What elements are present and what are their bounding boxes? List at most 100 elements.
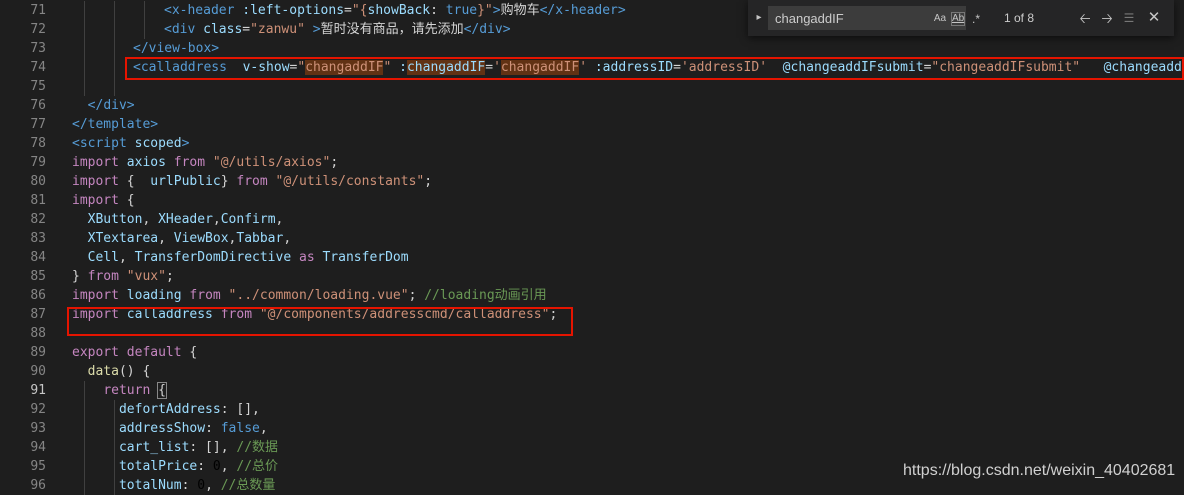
code-line[interactable]: 86 import loading from "../common/loading… (0, 286, 1184, 305)
indent-guide (114, 20, 115, 39)
code-token: > (150, 117, 159, 132)
line-number: 88 (30, 326, 46, 341)
regex-toggle[interactable]: .* (969, 11, 983, 27)
code-token: : (197, 459, 213, 474)
code-text: totalPrice: 0, //总价 (72, 457, 278, 476)
code-token: XHeader (158, 212, 213, 227)
line-number: 73 (30, 41, 46, 56)
code-line[interactable]: 93 addressShow: false, (0, 419, 1184, 438)
code-token: totalPrice (72, 459, 198, 474)
code-line[interactable]: 80 import { urlPublic} from "@/utils/cons… (0, 172, 1184, 191)
code-line[interactable]: 83 XTextarea, ViewBox,Tabbar, (0, 229, 1184, 248)
code-token: "vux" (118, 269, 166, 284)
code-token: 暂时没有商品，请先添加 (320, 22, 464, 37)
code-token: scoped (126, 136, 182, 151)
code-text: </div> (72, 96, 135, 115)
line-number: 86 (30, 288, 46, 303)
code-line[interactable]: 77 </template> (0, 115, 1184, 134)
code-line[interactable]: 91 return { (0, 381, 1184, 400)
line-number: 90 (30, 364, 46, 379)
code-token: //总数量 (220, 478, 276, 493)
code-text: return { (72, 381, 167, 400)
code-token: view-box (148, 41, 212, 56)
line-number: 96 (30, 478, 46, 493)
whole-word-toggle[interactable]: Ab (951, 12, 965, 26)
code-token: : (430, 3, 446, 18)
code-token: = (344, 3, 352, 18)
line-number: 74 (30, 60, 46, 75)
find-input-box[interactable]: Aa Ab .* (768, 6, 980, 30)
code-token: ; (165, 269, 174, 284)
code-token: Confirm (220, 212, 276, 227)
code-token: > (126, 98, 135, 113)
code-token: < (164, 22, 172, 37)
line-number: 85 (30, 269, 46, 284)
match-case-toggle[interactable]: Aa (933, 11, 947, 27)
code-token: { (118, 193, 135, 208)
code-line[interactable]: 82 XButton, XHeader,Confirm, (0, 210, 1184, 229)
code-token: showBack (367, 3, 431, 18)
code-token: template (87, 117, 151, 132)
code-text: import axios from "@/utils/axios"; (72, 153, 338, 172)
code-token: import (72, 288, 119, 303)
line-number: 76 (30, 98, 46, 113)
code-token: , (205, 478, 221, 493)
code-token: TransferDomDirective (134, 250, 292, 265)
watermark: https://blog.csdn.net/weixin_40402681 (903, 462, 1176, 479)
arrow-down-icon[interactable]: 🡢 (1098, 9, 1116, 27)
code-token: class (195, 22, 243, 37)
code-line[interactable]: 81 import { (0, 191, 1184, 210)
code-text: addressShow: false, (72, 419, 268, 438)
code-line[interactable]: 85} from "vux"; (0, 267, 1184, 286)
code-token: </ (72, 98, 104, 113)
code-text: <x-header :left-options="{showBack: true… (164, 1, 626, 20)
code-token: import (72, 193, 119, 208)
code-line[interactable]: 90 data() { (0, 362, 1184, 381)
code-line[interactable]: 84 Cell, TransferDomDirective as Transfe… (0, 248, 1184, 267)
code-token: , (158, 231, 174, 246)
code-token: "../common/loading.vue" (220, 288, 409, 303)
code-token: totalNum (72, 478, 182, 493)
indent-guide (84, 20, 85, 39)
code-token: import (72, 155, 119, 170)
find-in-selection-icon[interactable]: ☰ (1120, 9, 1138, 27)
chevron-right-icon[interactable]: ▸ (752, 10, 766, 26)
code-token: } (72, 269, 88, 284)
find-input[interactable] (775, 10, 925, 26)
code-token: : [], (220, 402, 260, 417)
code-token: Tabbar (236, 231, 284, 246)
code-text: </template> (72, 115, 158, 134)
code-line[interactable]: 79 import axios from "@/utils/axios"; (0, 153, 1184, 172)
line-number: 80 (30, 174, 46, 189)
code-line[interactable]: 94 cart_list: [], //数据 (0, 438, 1184, 457)
close-icon[interactable]: ✕ (1145, 9, 1163, 27)
code-line[interactable]: 76 </div> (0, 96, 1184, 115)
code-token: :left-options (234, 3, 345, 18)
line-number: 83 (30, 231, 46, 246)
code-token: , (118, 250, 135, 265)
code-text: import { (72, 191, 135, 210)
indent-guide (114, 77, 115, 96)
code-token: addressShow (72, 421, 206, 436)
code-token: from (87, 269, 119, 284)
indent-guide (144, 1, 145, 20)
code-text: XTextarea, ViewBox,Tabbar, (72, 229, 292, 248)
code-token: > (492, 3, 501, 18)
code-token: "{ (351, 3, 368, 18)
code-line[interactable]: 73 </view-box> (0, 39, 1184, 58)
code-token: x-header (171, 3, 235, 18)
code-token: </ (72, 117, 88, 132)
code-line[interactable]: 78 <script scoped> (0, 134, 1184, 153)
annotation-box-line-74 (125, 57, 1184, 80)
code-token: : (205, 421, 221, 436)
code-token: ViewBox (173, 231, 229, 246)
code-line[interactable]: 92 defortAddress: [], (0, 400, 1184, 419)
line-number: 91 (30, 383, 46, 398)
code-token: { (157, 382, 167, 399)
arrow-up-icon[interactable]: 🡠 (1076, 9, 1094, 27)
line-number: 78 (30, 136, 46, 151)
code-token: , (259, 421, 268, 436)
code-token: }" (477, 3, 493, 18)
code-line[interactable]: 89 export default { (0, 343, 1184, 362)
